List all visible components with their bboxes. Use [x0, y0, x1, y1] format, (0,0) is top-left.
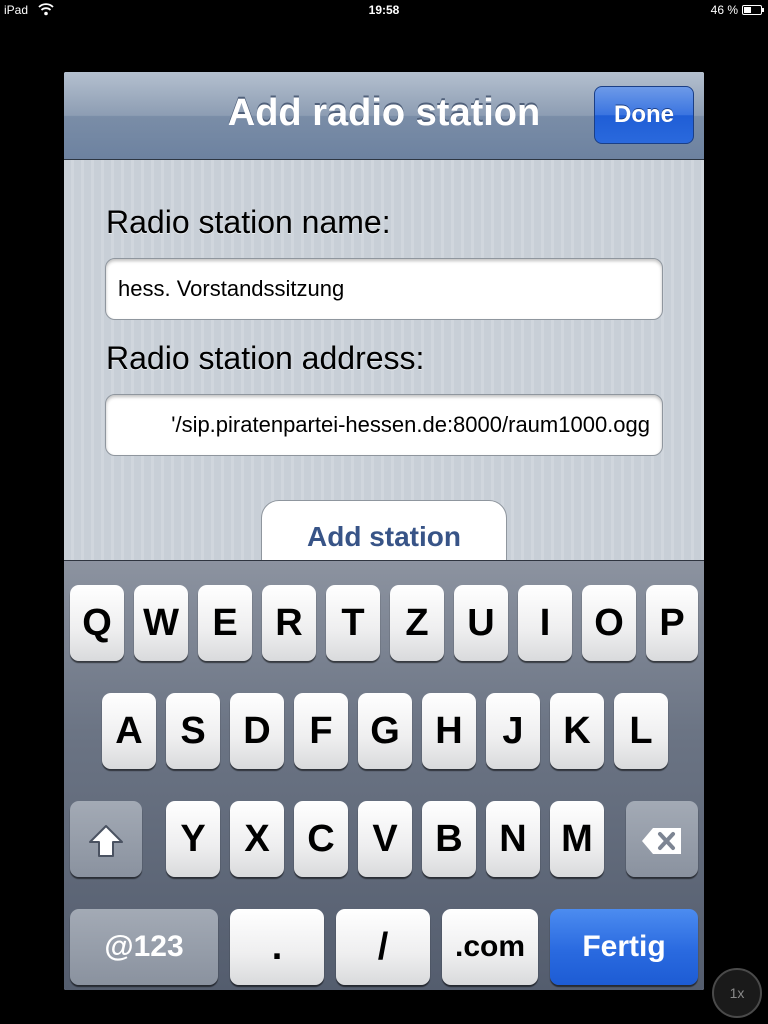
key-v[interactable]: V [358, 801, 412, 877]
key-g[interactable]: G [358, 693, 412, 769]
key-p[interactable]: P [646, 585, 698, 661]
station-name-label: Radio station name: [106, 204, 391, 240]
key-d[interactable]: D [230, 693, 284, 769]
key-k[interactable]: K [550, 693, 604, 769]
key-b[interactable]: B [422, 801, 476, 877]
zoom-level-badge[interactable]: 1x [712, 968, 762, 1018]
key-a[interactable]: A [102, 693, 156, 769]
key-y[interactable]: Y [166, 801, 220, 877]
app-window: Add radio station Done Radio station nam… [64, 72, 704, 990]
key-s[interactable]: S [166, 693, 220, 769]
battery-percentage: 46 % [710, 3, 738, 17]
return-key[interactable]: Fertig [550, 909, 698, 985]
key-o[interactable]: O [582, 585, 636, 661]
station-address-value: '/sip.piratenpartei-hessen.de:8000/raum1… [171, 412, 650, 437]
done-button[interactable]: Done [594, 86, 694, 144]
key-r[interactable]: R [262, 585, 316, 661]
key-t[interactable]: T [326, 585, 380, 661]
station-address-input[interactable]: '/sip.piratenpartei-hessen.de:8000/raum1… [105, 394, 663, 456]
key-c[interactable]: C [294, 801, 348, 877]
key-l[interactable]: L [614, 693, 668, 769]
dot-key[interactable]: . [230, 909, 324, 985]
key-q[interactable]: Q [70, 585, 124, 661]
station-name-input[interactable]: hess. Vorstandssitzung [105, 258, 663, 320]
station-address-label: Radio station address: [106, 340, 425, 376]
key-m[interactable]: M [550, 801, 604, 877]
shift-key[interactable] [70, 801, 142, 877]
numbers-key[interactable]: @123 [70, 909, 218, 985]
backspace-icon [641, 818, 683, 860]
key-n[interactable]: N [486, 801, 540, 877]
key-u[interactable]: U [454, 585, 508, 661]
key-e[interactable]: E [198, 585, 252, 661]
key-x[interactable]: X [230, 801, 284, 877]
status-bar: iPad 19:58 46 % [0, 0, 768, 20]
key-f[interactable]: F [294, 693, 348, 769]
key-i[interactable]: I [518, 585, 572, 661]
on-screen-keyboard: Q W E R T Z U I O P A S D F G H J K L Y … [64, 560, 704, 990]
status-time: 19:58 [368, 3, 400, 17]
shift-arrow-icon [88, 818, 124, 860]
delete-key[interactable] [626, 801, 698, 877]
battery-icon [742, 5, 764, 15]
dotcom-key[interactable]: .com [442, 909, 538, 985]
key-h[interactable]: H [422, 693, 476, 769]
key-z[interactable]: Z [390, 585, 444, 661]
key-j[interactable]: J [486, 693, 540, 769]
key-w[interactable]: W [134, 585, 188, 661]
navigation-bar: Add radio station Done [64, 72, 704, 160]
slash-key[interactable]: / [336, 909, 430, 985]
station-name-value: hess. Vorstandssitzung [118, 276, 345, 301]
